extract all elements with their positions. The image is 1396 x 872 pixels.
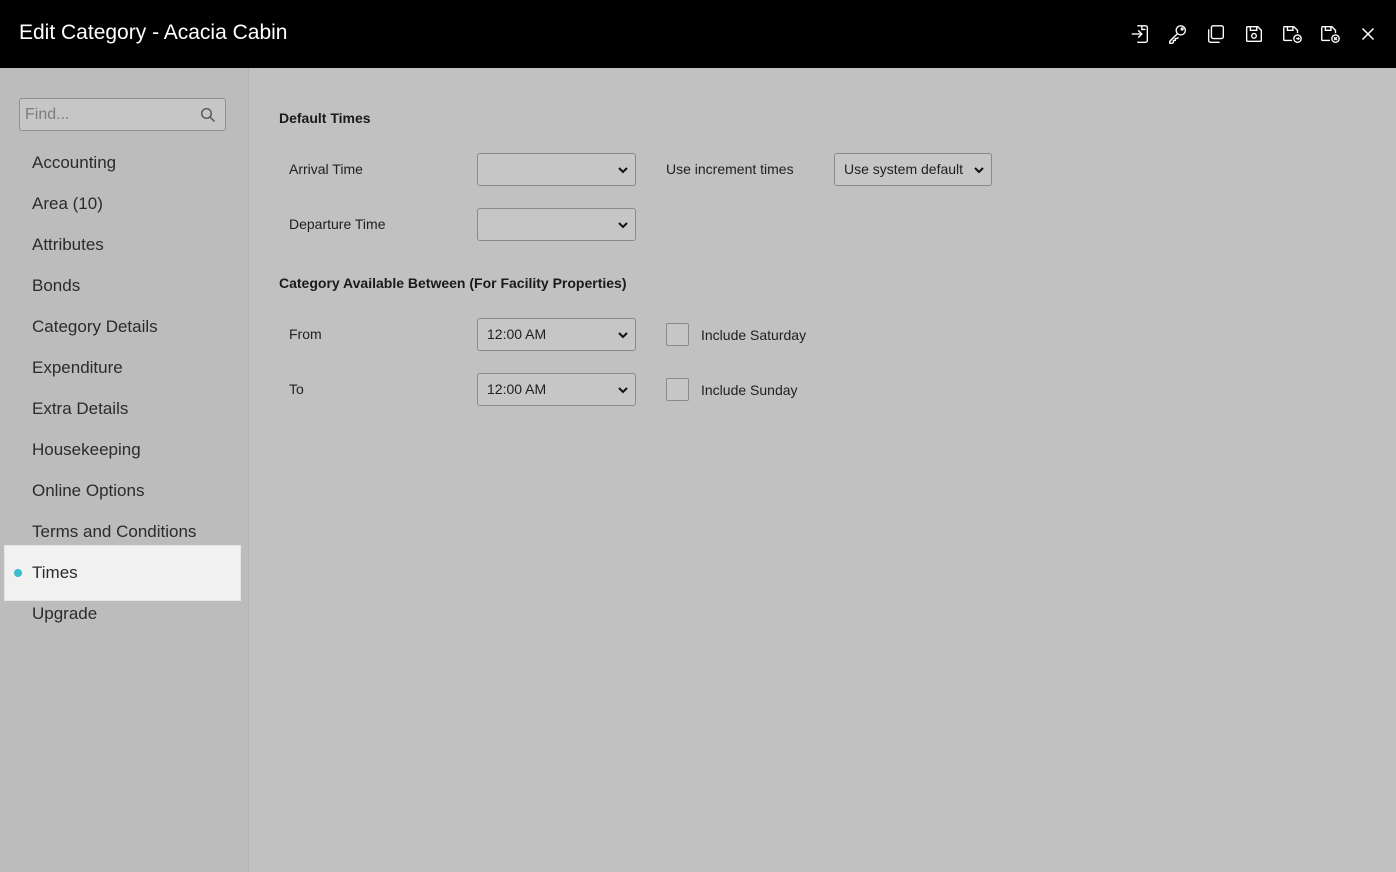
sidebar-item-label: Upgrade	[32, 604, 98, 623]
save-and-go-icon	[1283, 25, 1302, 43]
copy-button[interactable]	[1202, 20, 1230, 48]
sidebar-item-label: Times	[32, 563, 78, 582]
sidebar-item-label: Expenditure	[32, 358, 123, 377]
save-and-go-button[interactable]	[1278, 20, 1306, 48]
key-icon	[1169, 25, 1187, 44]
save-button[interactable]	[1240, 20, 1268, 48]
to-time-value: 12:00 AM	[487, 381, 547, 397]
sidebar-item-upgrade[interactable]: Upgrade	[0, 593, 248, 634]
search-icon[interactable]	[200, 107, 216, 123]
key-button[interactable]	[1164, 20, 1192, 48]
departure-time-label: Departure Time	[289, 216, 386, 232]
sidebar-item-area[interactable]: Area (10)	[0, 183, 248, 224]
to-label: To	[289, 381, 304, 397]
sidebar-nav: Accounting Area (10) Attributes Bonds Ca…	[0, 142, 248, 634]
sidebar: Accounting Area (10) Attributes Bonds Ca…	[0, 68, 249, 872]
include-saturday-checkbox[interactable]	[666, 323, 689, 346]
sidebar-item-label: Accounting	[32, 153, 117, 172]
chevron-down-icon	[618, 387, 628, 394]
toolbar	[1116, 20, 1382, 48]
save-icon	[1245, 25, 1263, 43]
chevron-down-icon	[618, 332, 628, 339]
sidebar-item-label: Extra Details	[32, 399, 129, 418]
sidebar-item-label: Housekeeping	[32, 440, 141, 459]
sidebar-item-times[interactable]: Times	[5, 546, 240, 600]
sidebar-item-label: Bonds	[32, 276, 81, 295]
sidebar-item-accounting[interactable]: Accounting	[0, 142, 248, 183]
sidebar-item-label: Category Details	[32, 317, 158, 336]
chevron-down-icon	[618, 167, 628, 174]
arrival-time-label: Arrival Time	[289, 161, 363, 177]
include-sunday-checkbox[interactable]	[666, 378, 689, 401]
departure-time-select[interactable]	[477, 208, 636, 241]
to-time-select[interactable]: 12:00 AM	[477, 373, 636, 406]
increment-times-select[interactable]: Use system default	[834, 153, 992, 186]
from-time-value: 12:00 AM	[487, 326, 547, 342]
availability-heading: Category Available Between (For Facility…	[279, 275, 627, 291]
chevron-down-icon	[618, 222, 628, 229]
sidebar-item-label: Online Options	[32, 481, 145, 500]
save-and-close-button[interactable]	[1316, 20, 1344, 48]
sidebar-item-attributes[interactable]: Attributes	[0, 224, 248, 265]
sidebar-item-housekeeping[interactable]: Housekeeping	[0, 429, 248, 470]
chevron-down-icon	[974, 167, 984, 174]
sidebar-item-bonds[interactable]: Bonds	[0, 265, 248, 306]
search-box	[19, 98, 226, 131]
active-indicator-dot	[14, 569, 22, 577]
include-saturday-label: Include Saturday	[701, 327, 807, 343]
include-sunday-label: Include Sunday	[701, 382, 798, 398]
search-input[interactable]	[20, 99, 200, 130]
main-content: Default Times Arrival Time Use increment…	[249, 68, 1396, 872]
default-times-heading: Default Times	[279, 110, 371, 126]
sidebar-item-label: Area (10)	[32, 194, 103, 213]
close-icon	[1361, 27, 1375, 41]
sidebar-item-label: Terms and Conditions	[32, 522, 197, 541]
copy-icon	[1207, 25, 1225, 43]
sidebar-item-category-details[interactable]: Category Details	[0, 306, 248, 347]
sidebar-item-online-options[interactable]: Online Options	[0, 470, 248, 511]
arrival-time-select[interactable]	[477, 153, 636, 186]
title-bar: Edit Category - Acacia Cabin	[0, 0, 1396, 68]
from-time-select[interactable]: 12:00 AM	[477, 318, 636, 351]
increment-times-label: Use increment times	[666, 161, 794, 177]
export-icon	[1131, 25, 1149, 43]
sidebar-item-label: Attributes	[32, 235, 104, 254]
window-title: Edit Category - Acacia Cabin	[19, 21, 288, 44]
close-button[interactable]	[1354, 20, 1382, 48]
sidebar-item-extra-details[interactable]: Extra Details	[0, 388, 248, 429]
from-label: From	[289, 326, 322, 342]
increment-times-value: Use system default	[844, 161, 964, 177]
export-button[interactable]	[1126, 20, 1154, 48]
save-and-close-icon	[1321, 25, 1340, 43]
sidebar-item-expenditure[interactable]: Expenditure	[0, 347, 248, 388]
